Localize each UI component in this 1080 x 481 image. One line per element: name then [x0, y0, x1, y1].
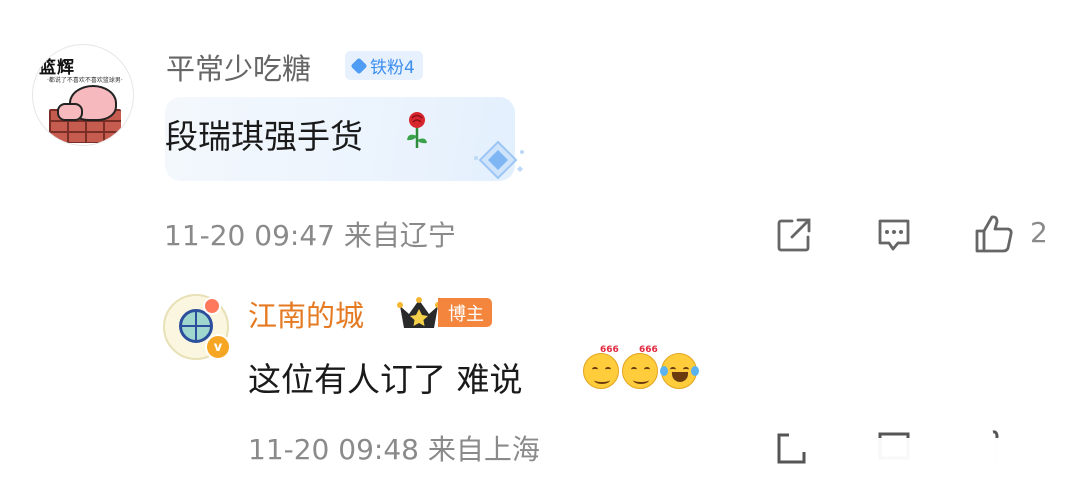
diamond-decoration-icon	[474, 140, 524, 180]
reply-text: 这位有人订了 难说	[248, 360, 523, 399]
verified-icon: v	[205, 334, 231, 360]
crown-icon	[397, 297, 441, 328]
fan-level-label: 铁粉4	[370, 58, 415, 78]
pig-arm-icon	[57, 103, 83, 121]
thinking-emoji-icon: 666	[622, 345, 658, 389]
comment-text: 段瑞琪强手货	[165, 117, 363, 156]
vip-badge-icon	[203, 297, 221, 315]
reply-timestamp: 11-20 09:48	[248, 433, 419, 466]
avatar[interactable]: 篮辉 ·都说了不喜欢不喜欢篮球男·	[32, 44, 134, 146]
comment-icon[interactable]	[876, 217, 912, 253]
rose-icon	[407, 112, 427, 148]
blogger-badge[interactable]: 博主	[438, 298, 492, 327]
diamond-icon	[350, 57, 368, 74]
share-icon[interactable]	[776, 217, 812, 253]
comment-meta: 11-20 09:47 来自辽宁	[164, 214, 456, 254]
thumbs-up-icon[interactable]	[973, 213, 1015, 255]
watermark-overlay	[808, 438, 1074, 476]
comment-timestamp: 11-20 09:47	[164, 219, 335, 252]
avatar-logo-subtext: ·都说了不喜欢不喜欢篮球男·	[47, 77, 123, 84]
comment-username[interactable]: 平常少吃糖	[166, 46, 311, 88]
emoji-tag: 666	[600, 345, 619, 355]
share-icon[interactable]	[775, 430, 809, 466]
like-count: 2	[1030, 216, 1048, 249]
reply-meta: 11-20 09:48 来自上海	[248, 428, 540, 468]
emoji-tag: 666	[639, 345, 658, 355]
reply-location: 来自上海	[427, 433, 540, 466]
comment-location: 来自辽宁	[343, 219, 456, 252]
fan-level-badge[interactable]: 铁粉4	[345, 51, 423, 80]
thinking-emoji-icon: 666	[583, 345, 619, 389]
laughing-emoji-icon	[660, 353, 699, 389]
reply-username[interactable]: 江南的城	[248, 293, 364, 335]
